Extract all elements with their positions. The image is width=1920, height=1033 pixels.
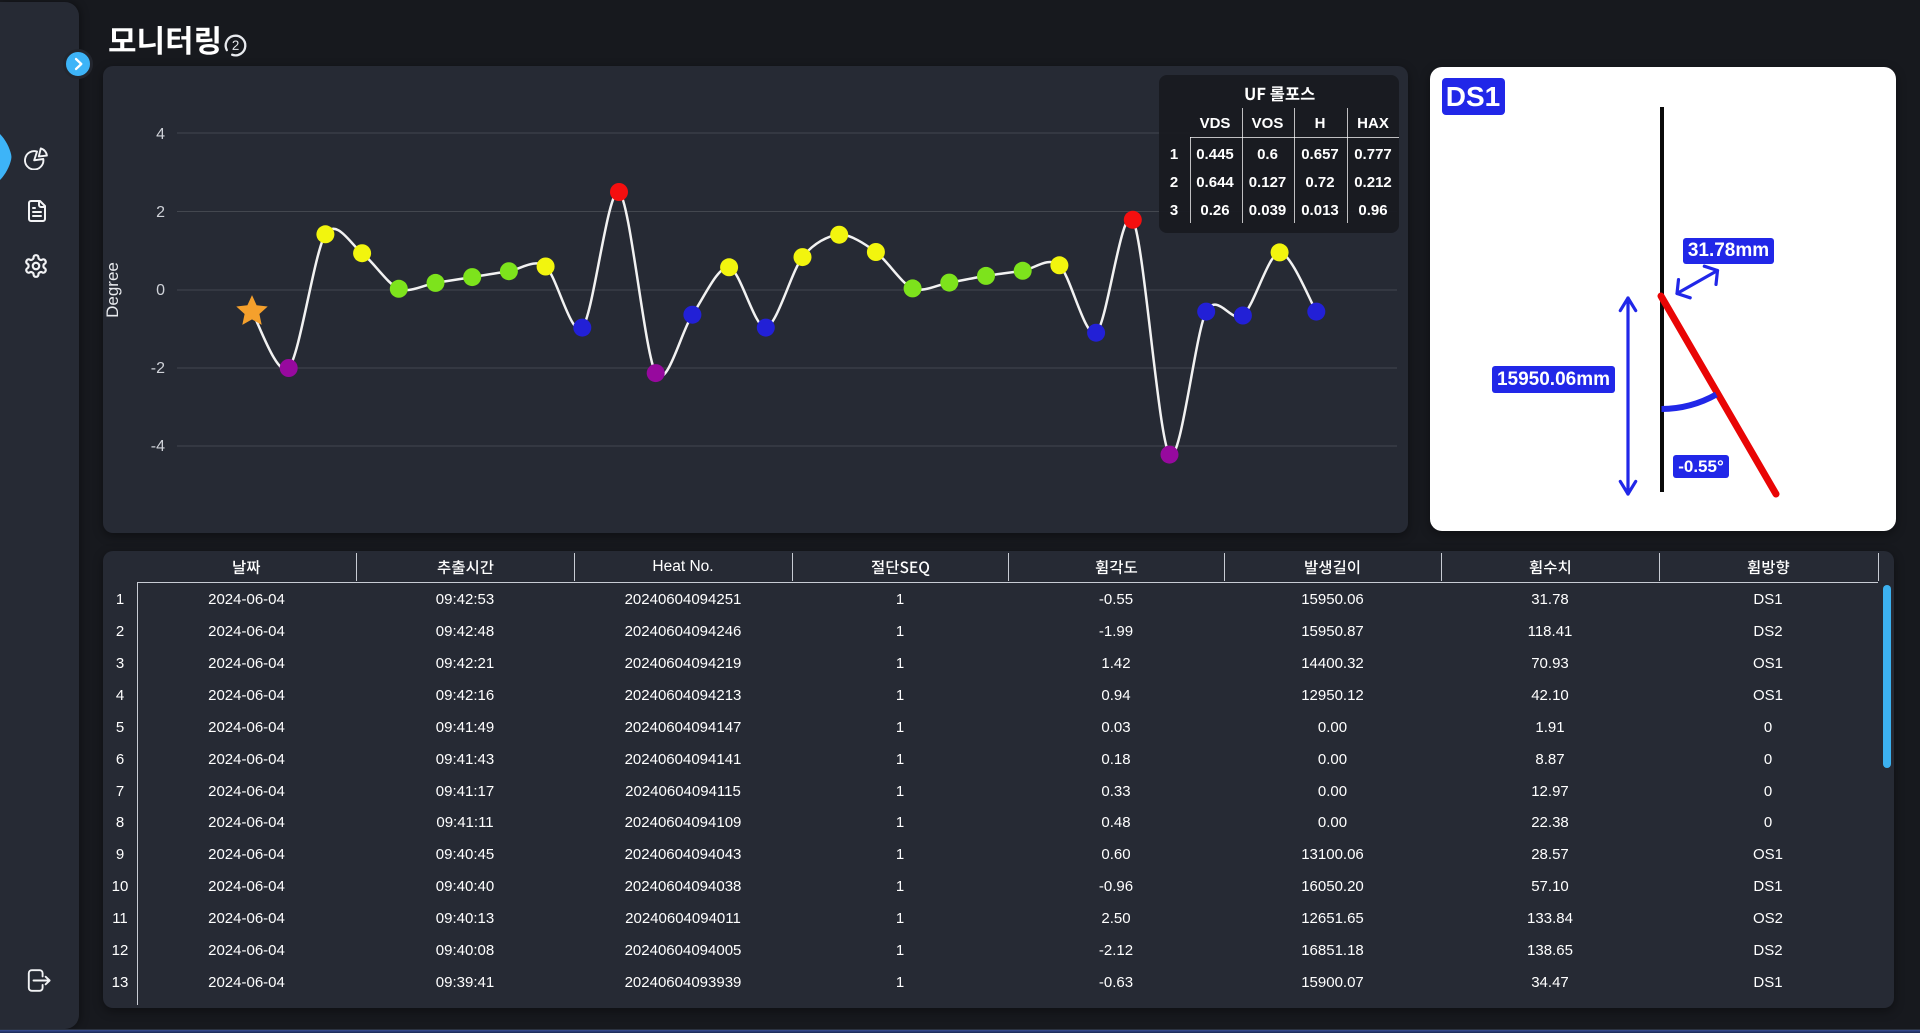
svg-text:2: 2: [156, 204, 165, 221]
svg-text:-2: -2: [151, 360, 165, 377]
svg-text:0: 0: [156, 282, 165, 299]
svg-text:Degree: Degree: [103, 262, 122, 318]
svg-text:4: 4: [156, 126, 165, 143]
svg-text:-4: -4: [151, 438, 165, 455]
svg-text:DS1: DS1: [1446, 81, 1500, 112]
